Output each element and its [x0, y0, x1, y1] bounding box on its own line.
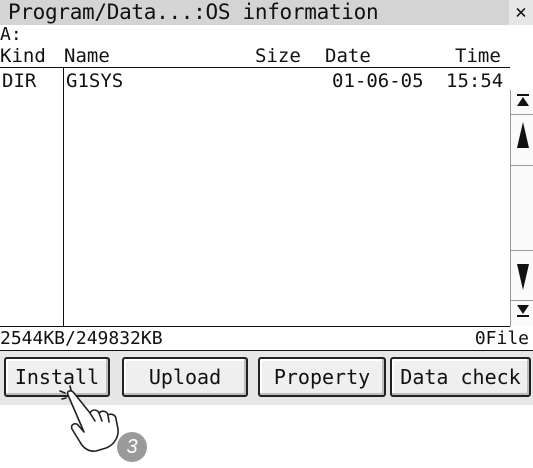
scrollbar-divider [511, 300, 533, 301]
scroll-to-bottom-icon[interactable] [512, 303, 533, 323]
drive-label: A: [0, 24, 22, 45]
row-time: 15:54 [446, 70, 504, 92]
scrollbar-divider [511, 165, 533, 166]
scrollbar-divider [511, 114, 533, 115]
window-title: Program/Data...:OS information [8, 0, 379, 24]
property-button[interactable]: Property [258, 357, 386, 397]
upload-button[interactable]: Upload [122, 357, 248, 397]
column-header-time: Time [455, 45, 501, 67]
column-divider [63, 68, 64, 326]
row-name: G1SYS [66, 70, 124, 92]
scrollbar-divider [511, 250, 533, 251]
file-count: 0File [474, 328, 529, 349]
status-bar: 2544KB/249832KB 0File [0, 328, 533, 350]
vertical-scrollbar[interactable] [510, 90, 533, 326]
column-header-name: Name [64, 45, 110, 67]
column-header-kind: Kind [0, 45, 46, 67]
row-kind: DIR [2, 70, 37, 92]
page-up-icon[interactable] [512, 120, 533, 152]
column-header-date: Date [325, 45, 371, 67]
page-down-icon[interactable] [512, 262, 533, 294]
step-number-badge: 3 [117, 432, 147, 462]
column-header-size: Size [255, 45, 301, 67]
row-date: 01-06-05 [332, 70, 424, 92]
os-information-screen: Program/Data...:OS information ✕ A: Kind… [0, 0, 533, 405]
scroll-to-top-icon[interactable] [512, 92, 533, 112]
title-bar: Program/Data...:OS information ✕ [0, 0, 533, 25]
file-list: DIR G1SYS 01-06-05 15:54 [0, 67, 510, 327]
storage-capacity: 2544KB/249832KB [0, 328, 163, 349]
data-check-button[interactable]: Data check [390, 357, 531, 397]
close-icon[interactable]: ✕ [509, 0, 533, 25]
